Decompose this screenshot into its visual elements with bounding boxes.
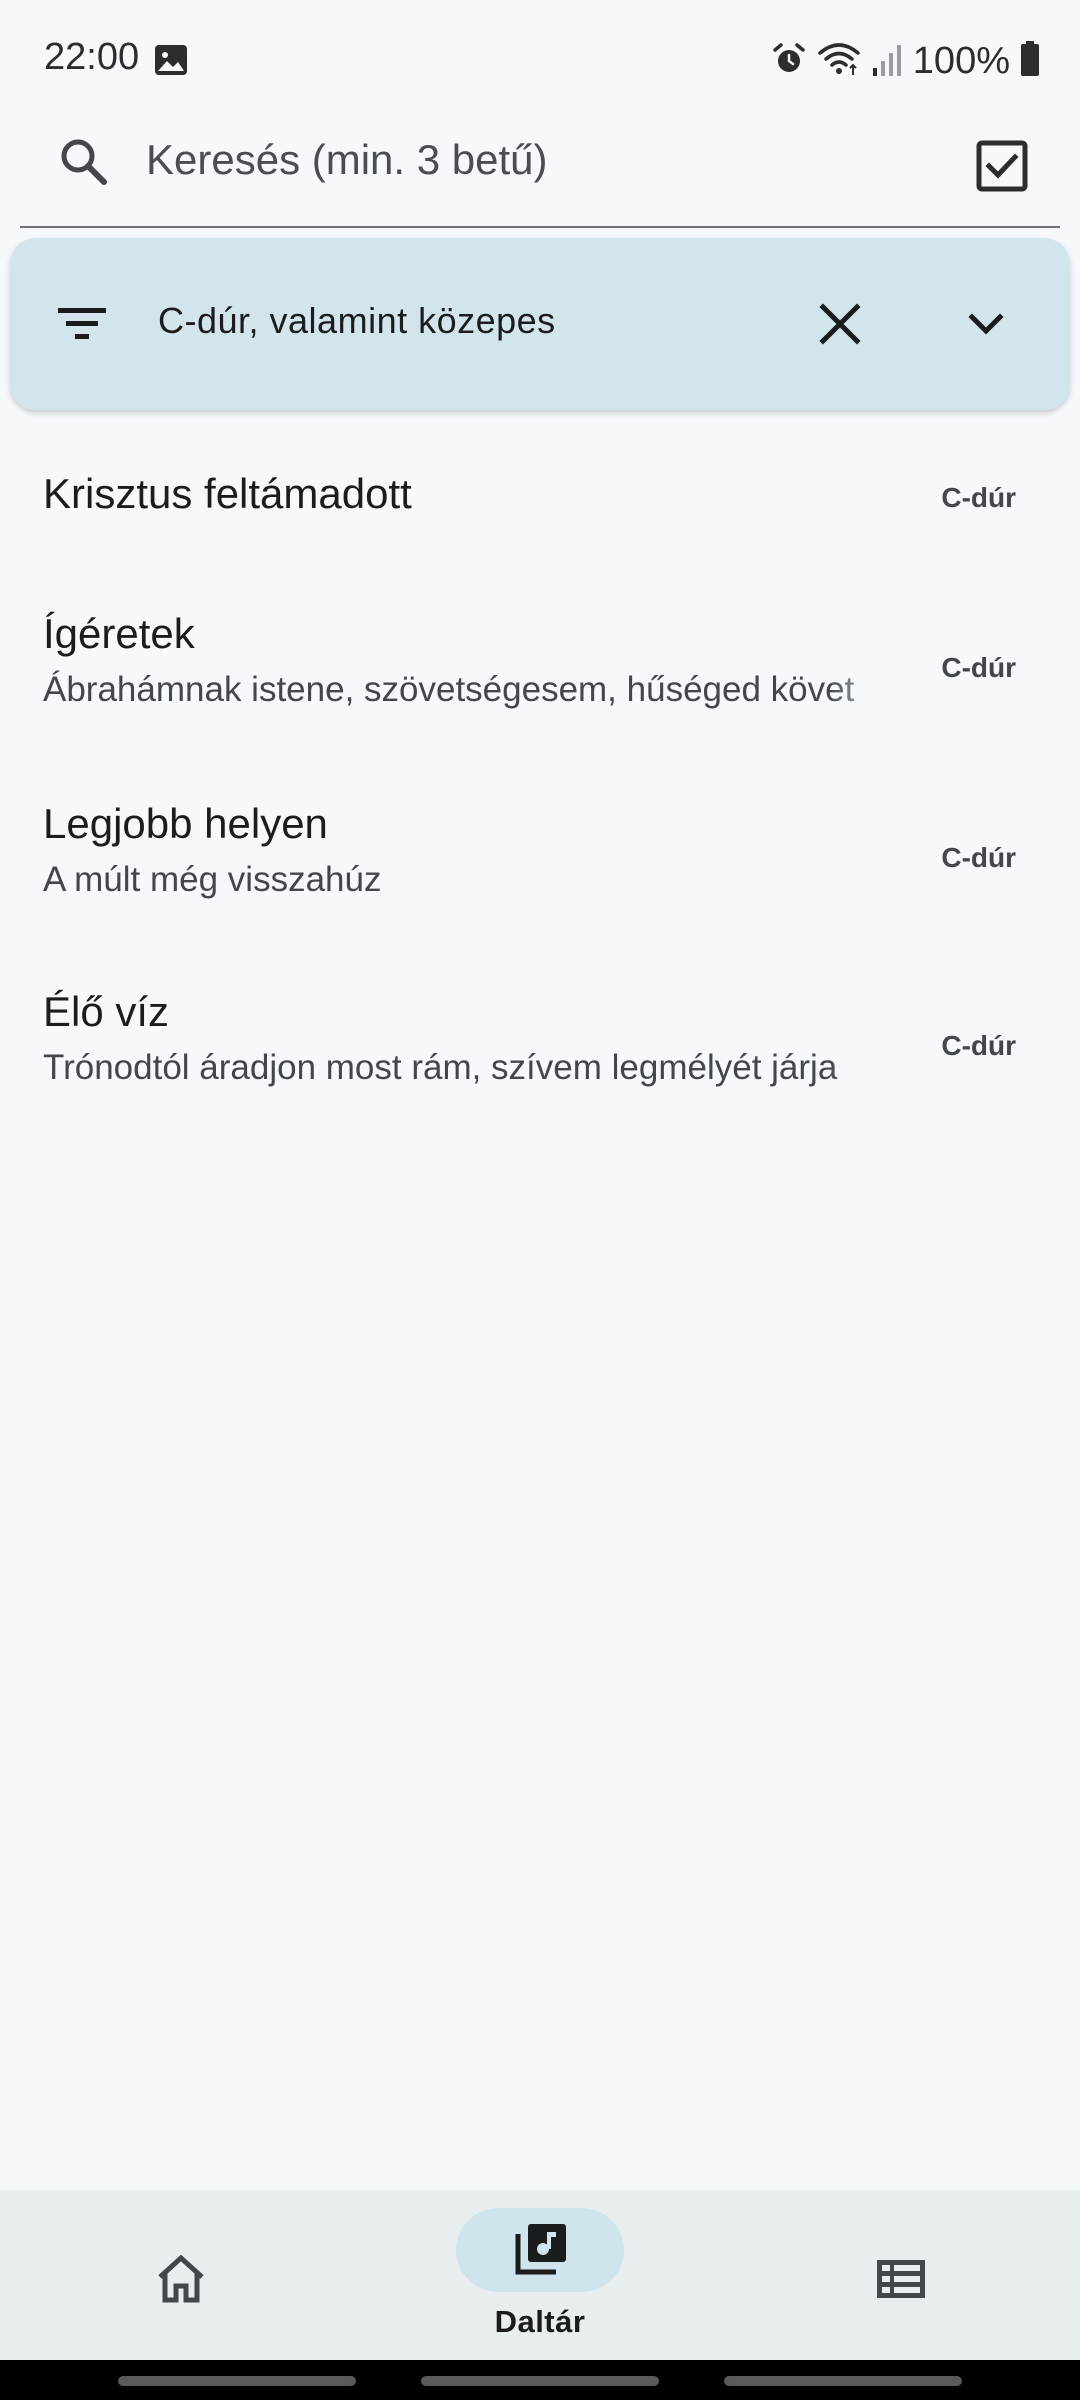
search-input[interactable] [146,124,946,196]
filter-panel[interactable]: C-dúr, valamint közepes [10,238,1070,410]
song-list-item[interactable]: Élő víz Trónodtól áradjon most rám, szív… [0,968,1080,1138]
close-icon[interactable] [810,294,870,354]
filter-summary: C-dúr, valamint közepes [158,300,556,341]
list-icon [874,2252,928,2306]
search-icon[interactable] [56,134,112,190]
song-subtitle: Ábrahámnak istene, szövetségesem, hűsége… [43,670,855,709]
song-title: Ígéretek [43,610,195,657]
song-title: Krisztus feltámadott [43,470,412,517]
bottom-navigation-bar: Daltár [0,2190,1080,2360]
song-subtitle: Trónodtól áradjon most rám, szívem legmé… [43,1048,838,1087]
status-time: 22:00 [44,36,140,78]
status-icons: 100% [771,36,1040,86]
nav-item-home[interactable] [0,2190,360,2360]
checkbox-icon[interactable] [974,138,1030,194]
song-key: C-dúr [941,482,1016,513]
alarm-icon [771,41,807,82]
nav-item-daltar[interactable]: Daltár [360,2190,720,2360]
system-navigation-bar [0,2360,1080,2400]
search-bar [20,110,1060,228]
nav-item-list[interactable] [720,2190,1080,2360]
song-key: C-dúr [941,842,1016,873]
wifi-icon [817,41,861,82]
status-bar: 22:00 100% [0,0,1080,120]
chevron-down-icon[interactable] [956,294,1016,354]
song-title: Élő víz [43,988,170,1035]
battery-percentage: 100% [912,39,1010,82]
gesture-handle[interactable] [724,2376,962,2386]
gesture-handle[interactable] [118,2376,356,2386]
song-key: C-dúr [941,652,1016,683]
battery-icon [1020,40,1040,82]
song-title: Legjobb helyen [43,800,328,847]
song-subtitle: A múlt még visszahúz [43,860,382,899]
song-list-item[interactable]: Krisztus feltámadott C-dúr [0,420,1080,570]
filter-icon [56,298,108,350]
gallery-icon [154,44,188,76]
song-list-item[interactable]: Legjobb helyen A múlt még visszahúz C-dú… [0,780,1080,950]
home-icon [154,2252,208,2306]
music-library-icon [514,2222,568,2276]
signal-icon [871,42,903,81]
song-key: C-dúr [941,1030,1016,1061]
song-list-item[interactable]: Ígéretek Ábrahámnak istene, szövetségese… [0,590,1080,760]
gesture-handle[interactable] [421,2376,659,2386]
nav-label-daltar: Daltár [494,2304,586,2339]
